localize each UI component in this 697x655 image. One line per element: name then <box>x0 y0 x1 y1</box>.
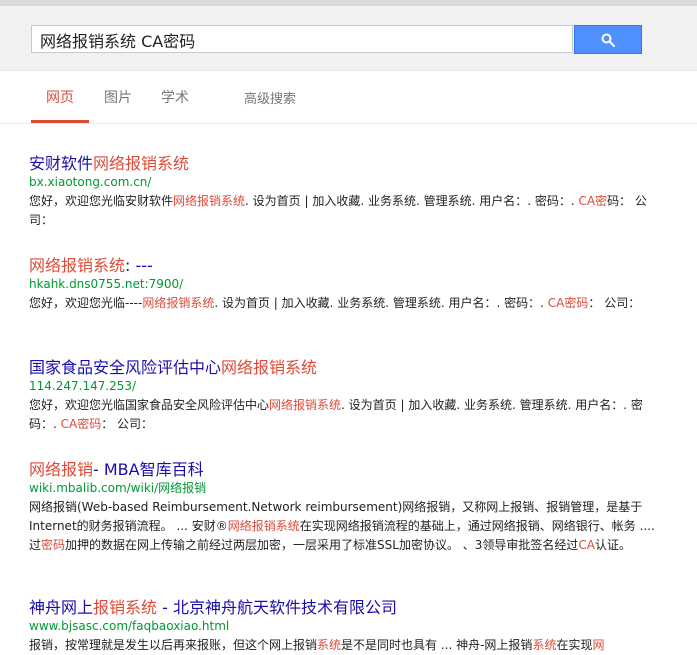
result-snippet: 您好，欢迎您光临安财软件网络报销系统. 设为首页 | 加入收藏. 业务系统. 管… <box>29 194 647 227</box>
result-title-text[interactable]: : --- <box>125 256 153 275</box>
result-title-text[interactable]: 安财软件 <box>29 154 93 173</box>
result-snippet: 网络报销(Web-based Reimbursement.Network rei… <box>29 500 655 552</box>
result-title-highlight[interactable]: 网络报销系统 <box>29 256 125 275</box>
search-result: 安财软件网络报销系统 bx.xiaotong.com.cn/ 您好，欢迎您光临安… <box>29 154 669 230</box>
result-snippet: 报销，按常理就是发生以后再来报账，但这个网上报销系统是不是同时也具有 ... 神… <box>29 638 605 652</box>
tab-scholar[interactable]: 学术 <box>161 87 189 107</box>
result-title[interactable]: 国家食品安全风险评估中心网络报销系统 <box>29 358 669 378</box>
search-result: 网络报销- MBA智库百科 wiki.mbalib.com/wiki/网络报销 … <box>29 460 669 555</box>
result-url: www.bjsasc.com/faqbaoxiao.html <box>29 619 230 633</box>
result-url: 114.247.147.253/ <box>29 379 137 393</box>
result-snippet: 您好，欢迎您光临国家食品安全风险评估中心网络报销系统. 设为首页 | 加入收藏.… <box>29 398 643 431</box>
result-title-highlight[interactable]: 网络报销系统 <box>93 154 189 173</box>
search-box[interactable] <box>31 25 573 54</box>
result-title-highlight[interactable]: 报销系统 <box>93 598 157 617</box>
result-title-text[interactable]: 神舟网上 <box>29 598 93 617</box>
search-result: 神舟网上报销系统 - 北京神舟航天软件技术有限公司 www.bjsasc.com… <box>29 598 669 655</box>
result-title[interactable]: 神舟网上报销系统 - 北京神舟航天软件技术有限公司 <box>29 598 669 618</box>
result-title[interactable]: 网络报销系统: --- <box>29 256 669 276</box>
result-title[interactable]: 安财软件网络报销系统 <box>29 154 669 174</box>
search-input[interactable] <box>38 26 572 54</box>
tab-web[interactable]: 网页 <box>46 87 74 107</box>
result-title-text[interactable]: - 北京神舟航天软件技术有限公司 <box>157 598 397 617</box>
search-icon <box>601 33 615 47</box>
result-title-text[interactable]: 国家食品安全风险评估中心 <box>29 358 221 377</box>
top-bar <box>0 0 697 71</box>
top-line <box>0 0 697 6</box>
result-url: bx.xiaotong.com.cn/ <box>29 175 152 189</box>
tab-advanced-search[interactable]: 高级搜索 <box>244 88 296 107</box>
result-url: wiki.mbalib.com/wiki/网络报销 <box>29 481 207 495</box>
result-title-highlight[interactable]: 网络报销系统 <box>221 358 317 377</box>
result-title-text[interactable]: - MBA智库百科 <box>93 460 204 479</box>
search-result: 网络报销系统: --- hkahk.dns0755.net:7900/ 您好，欢… <box>29 256 669 313</box>
active-tab-indicator <box>31 120 89 123</box>
result-snippet: 您好，欢迎您光临----网络报销系统. 设为首页 | 加入收藏. 业务系统. 管… <box>29 296 641 310</box>
tab-images[interactable]: 图片 <box>104 87 132 107</box>
search-result: 国家食品安全风险评估中心网络报销系统 114.247.147.253/ 您好，欢… <box>29 358 669 434</box>
search-tabs: 网页 图片 学术 高级搜索 <box>0 70 697 124</box>
result-title-highlight[interactable]: 网络报销 <box>29 460 93 479</box>
result-title[interactable]: 网络报销- MBA智库百科 <box>29 460 669 480</box>
search-button[interactable] <box>574 25 642 54</box>
result-url: hkahk.dns0755.net:7900/ <box>29 277 184 291</box>
